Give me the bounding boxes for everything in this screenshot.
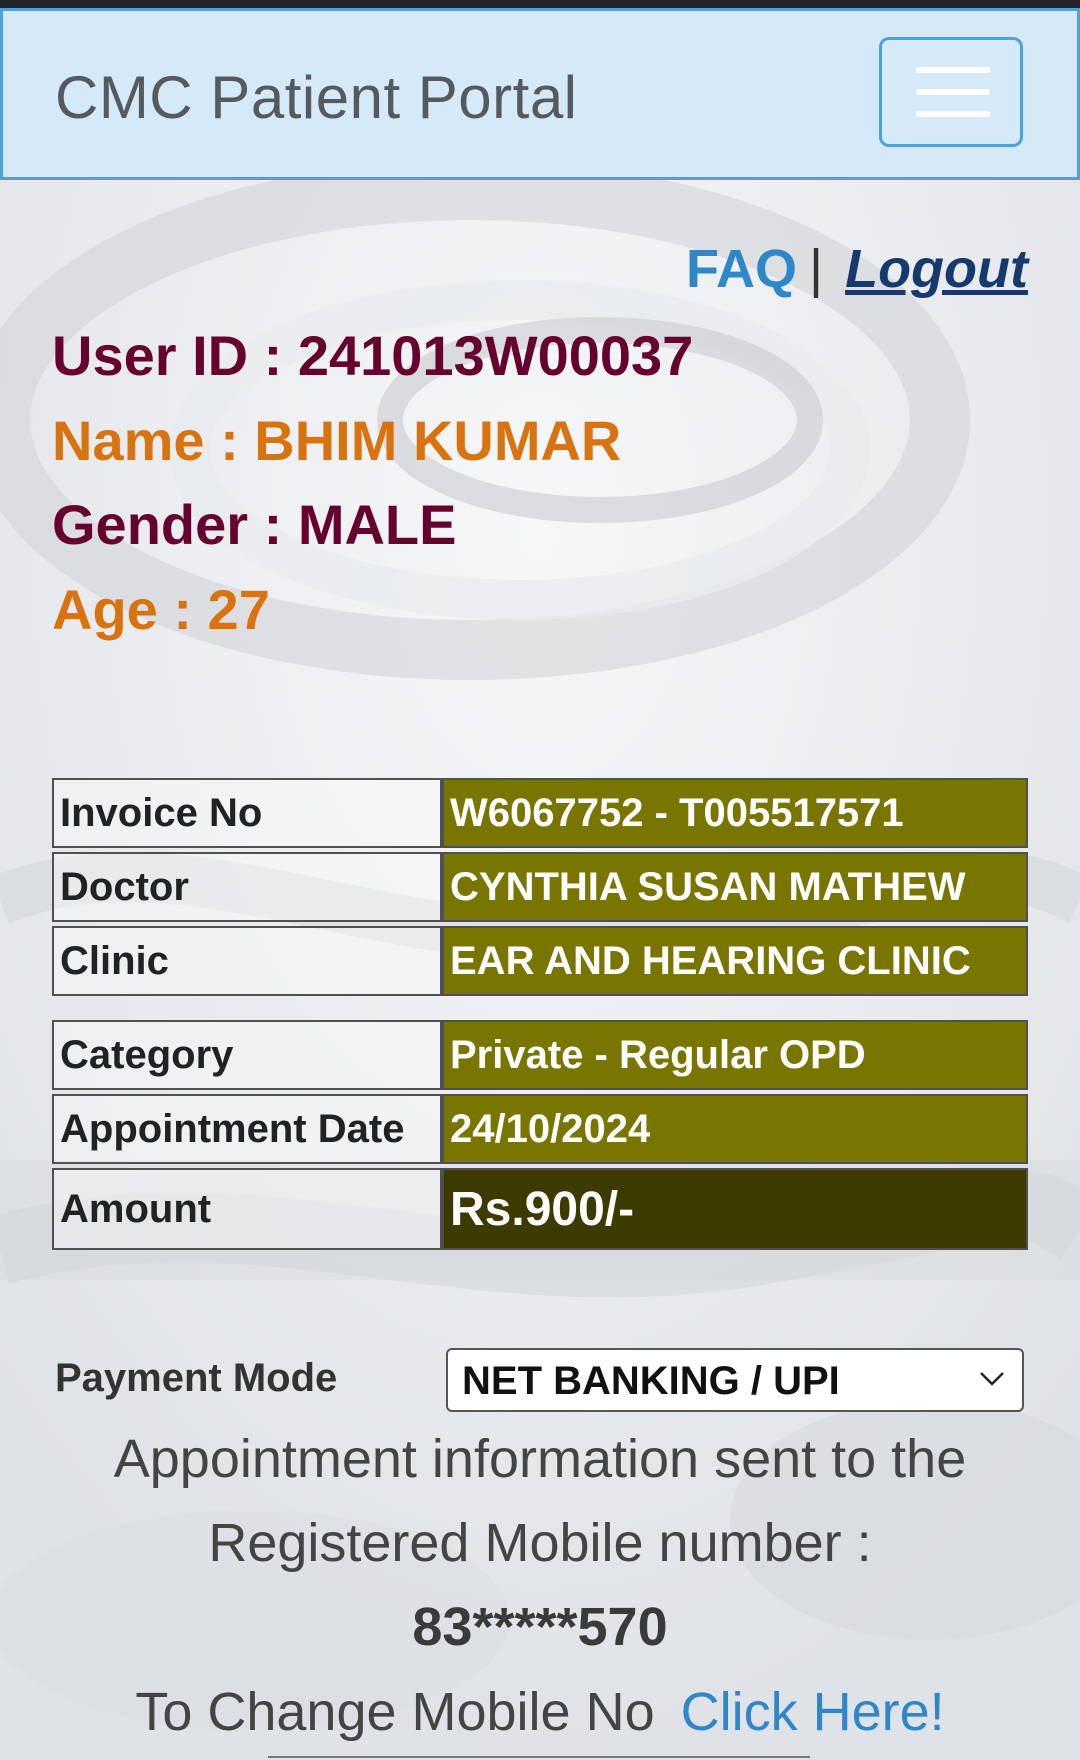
appointment-date-label: Appointment Date [52, 1094, 442, 1164]
amount-label: Amount [52, 1168, 442, 1250]
change-mobile-line: To Change Mobile No Click Here! [0, 1681, 1080, 1743]
doctor-label: Doctor [52, 852, 442, 922]
top-links: FAQ | Logout [686, 238, 1028, 300]
link-separator: | [809, 239, 824, 299]
appointment-date-value: 24/10/2024 [442, 1094, 1028, 1164]
status-strip [0, 0, 1080, 8]
doctor-value: CYNTHIA SUSAN MATHEW [442, 852, 1028, 922]
patient-gender: Gender : MALE [52, 493, 457, 556]
main-content: FAQ | Logout User ID : 241013W00037 Name :… [0, 0, 1080, 1760]
category-label: Category [52, 1020, 442, 1090]
clinic-value: EAR AND HEARING CLINIC [442, 926, 1028, 996]
table-row: Appointment Date 24/10/2024 [52, 1094, 1028, 1164]
invoice-label: Invoice No [52, 778, 442, 848]
patient-name: Name : BHIM KUMAR [52, 409, 622, 472]
table-row: Clinic EAR AND HEARING CLINIC [52, 926, 1028, 996]
sms-info-line-2: Registered Mobile number : [208, 1513, 872, 1573]
payment-mode-select[interactable]: NET BANKING / UPI [446, 1348, 1024, 1412]
masked-mobile-number: 83*****570 [412, 1597, 668, 1657]
patient-age: Age : 27 [52, 578, 270, 641]
menu-toggle-button[interactable] [879, 37, 1023, 147]
table-row: Doctor CYNTHIA SUSAN MATHEW [52, 852, 1028, 922]
brand-title[interactable]: CMC Patient Portal [55, 63, 578, 132]
sms-info-line-1: Appointment information sent to the [113, 1429, 967, 1489]
faq-link[interactable]: FAQ [686, 239, 797, 299]
change-mobile-text: To Change Mobile No [135, 1682, 655, 1742]
payment-mode-value: NET BANKING / UPI [462, 1359, 840, 1403]
change-mobile-link[interactable]: Click Here! [681, 1682, 945, 1742]
payment-mode-label: Payment Mode [55, 1356, 338, 1400]
chevron-down-icon [980, 1372, 1004, 1386]
appointment-details-table: Invoice No W6067752 - T005517571 Doctor … [52, 774, 1028, 1000]
clinic-label: Clinic [52, 926, 442, 996]
logout-link[interactable]: Logout [845, 239, 1028, 299]
billing-details-table: Category Private - Regular OPD Appointme… [52, 1016, 1028, 1254]
table-row: Amount Rs.900/- [52, 1168, 1028, 1250]
amount-value: Rs.900/- [442, 1168, 1028, 1250]
table-row: Invoice No W6067752 - T005517571 [52, 778, 1028, 848]
divider [268, 1756, 810, 1758]
category-value: Private - Regular OPD [442, 1020, 1028, 1090]
user-id: User ID : 241013W00037 [52, 324, 694, 387]
invoice-value: W6067752 - T005517571 [442, 778, 1028, 848]
navbar: CMC Patient Portal [0, 8, 1080, 180]
table-row: Category Private - Regular OPD [52, 1020, 1028, 1090]
